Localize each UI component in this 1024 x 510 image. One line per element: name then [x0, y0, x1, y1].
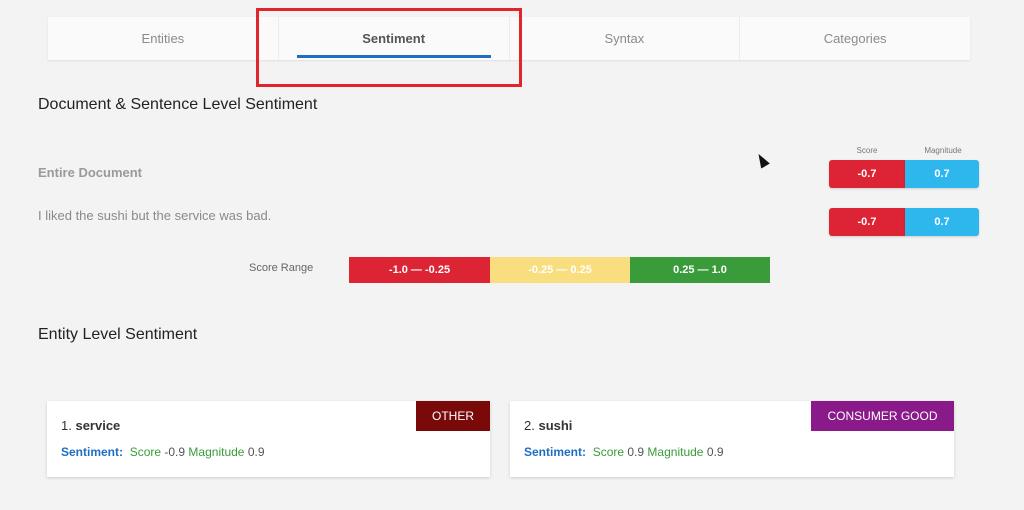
entity-card-service: 1. service OTHER Sentiment: Score -0.9 M… [47, 401, 490, 477]
entity-sentiment-title: Entity Level Sentiment [38, 326, 198, 343]
magnitude-label: Magnitude [647, 445, 704, 459]
score-label: Score [592, 445, 625, 459]
entity-index: 2. [524, 418, 535, 433]
entity-name: service [75, 418, 121, 433]
score-value: -0.9 [164, 445, 186, 459]
magnitude-value: 0.9 [706, 445, 724, 459]
score-range-positive: 0.25 — 1.0 [630, 257, 770, 283]
sentence-magnitude-pill: 0.7 [905, 208, 979, 236]
sentiment-label: Sentiment: [524, 445, 587, 459]
score-column-header: Score [856, 146, 878, 155]
tab-syntax[interactable]: Syntax [510, 17, 741, 60]
score-label: Score [129, 445, 162, 459]
entity-card-sushi: 2. sushi CONSUMER GOOD Sentiment: Score … [510, 401, 954, 477]
entity-sentiment-line: Sentiment: Score -0.9 Magnitude 0.9 [61, 445, 265, 459]
document-sentiment-title: Document & Sentence Level Sentiment [38, 96, 318, 113]
tab-entities[interactable]: Entities [48, 17, 279, 60]
highlight-annotation-box [256, 8, 522, 87]
entity-name: sushi [538, 418, 573, 433]
entire-document-label: Entire Document [38, 165, 143, 180]
entity-sentiment-line: Sentiment: Score 0.9 Magnitude 0.9 [524, 445, 724, 459]
tab-categories[interactable]: Categories [740, 17, 970, 60]
score-range-negative: -1.0 — -0.25 [349, 257, 490, 283]
magnitude-column-header: Magnitude [924, 146, 962, 155]
entity-index: 1. [61, 418, 72, 433]
entity-type-badge: OTHER [416, 401, 490, 431]
score-range-neutral: -0.25 — 0.25 [490, 257, 630, 283]
magnitude-value: 0.9 [247, 445, 265, 459]
sentence-score-pill: -0.7 [829, 208, 905, 236]
document-magnitude-pill: 0.7 [905, 160, 979, 188]
score-value: 0.9 [627, 445, 645, 459]
entity-title: 2. sushi [524, 418, 572, 433]
score-range-label: Score Range [249, 262, 314, 274]
sentence-label: I liked the sushi but the service was ba… [38, 208, 272, 223]
document-score-pill: -0.7 [829, 160, 905, 188]
magnitude-label: Magnitude [188, 445, 245, 459]
mouse-cursor-icon [754, 151, 770, 169]
sentiment-label: Sentiment: [61, 445, 124, 459]
entity-type-badge: CONSUMER GOOD [811, 401, 954, 431]
entity-title: 1. service [61, 418, 120, 433]
